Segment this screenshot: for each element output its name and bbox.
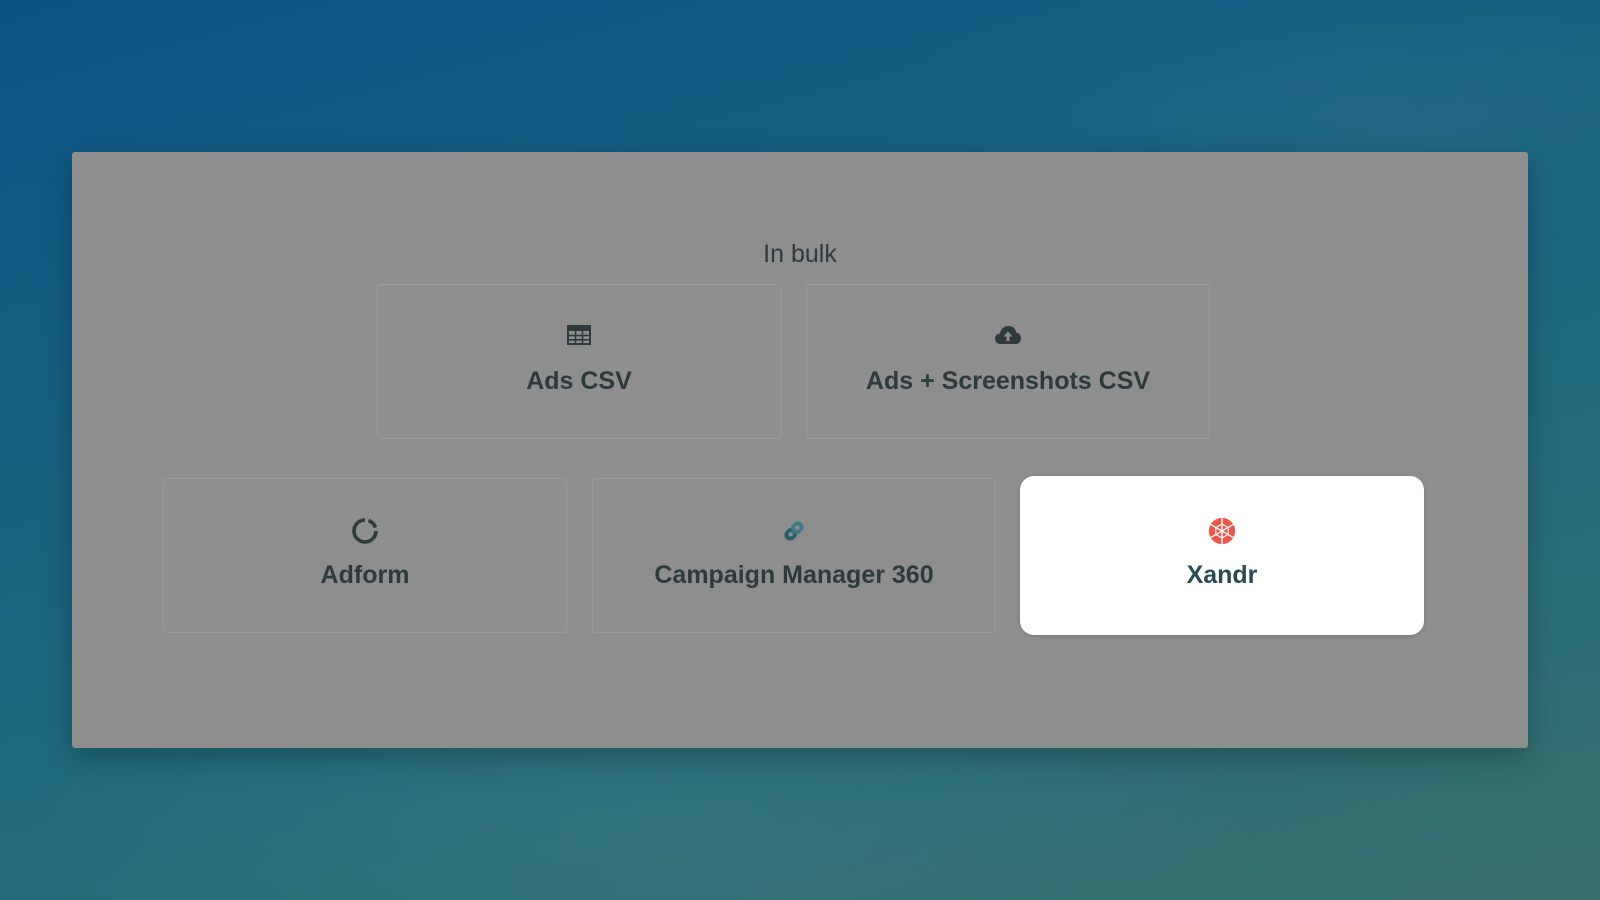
xandr-label: Xandr [1186,561,1258,589]
adform-label: Adform [320,561,410,589]
campaign-manager-logo-icon [780,517,808,545]
xandr-option[interactable]: Xandr [1020,476,1424,635]
ads-csv-option[interactable]: Ads CSV [377,284,781,439]
adform-logo-icon [351,517,379,545]
campaign-manager-360-option[interactable]: Campaign Manager 360 [592,478,996,633]
import-options-panel: In bulk Ads CSV Ads + Screenshots CSV Ad… [72,152,1528,748]
cloud-upload-icon [994,321,1022,349]
xandr-logo-icon [1208,517,1236,545]
ads-screenshots-csv-label: Ads + Screenshots CSV [865,367,1151,395]
section-title: In bulk [763,240,837,268]
campaign-manager-360-label: Campaign Manager 360 [654,561,934,589]
table-icon [565,321,593,349]
ads-screenshots-csv-option[interactable]: Ads + Screenshots CSV [806,284,1210,439]
ads-csv-label: Ads CSV [526,367,632,395]
adform-option[interactable]: Adform [163,478,567,633]
